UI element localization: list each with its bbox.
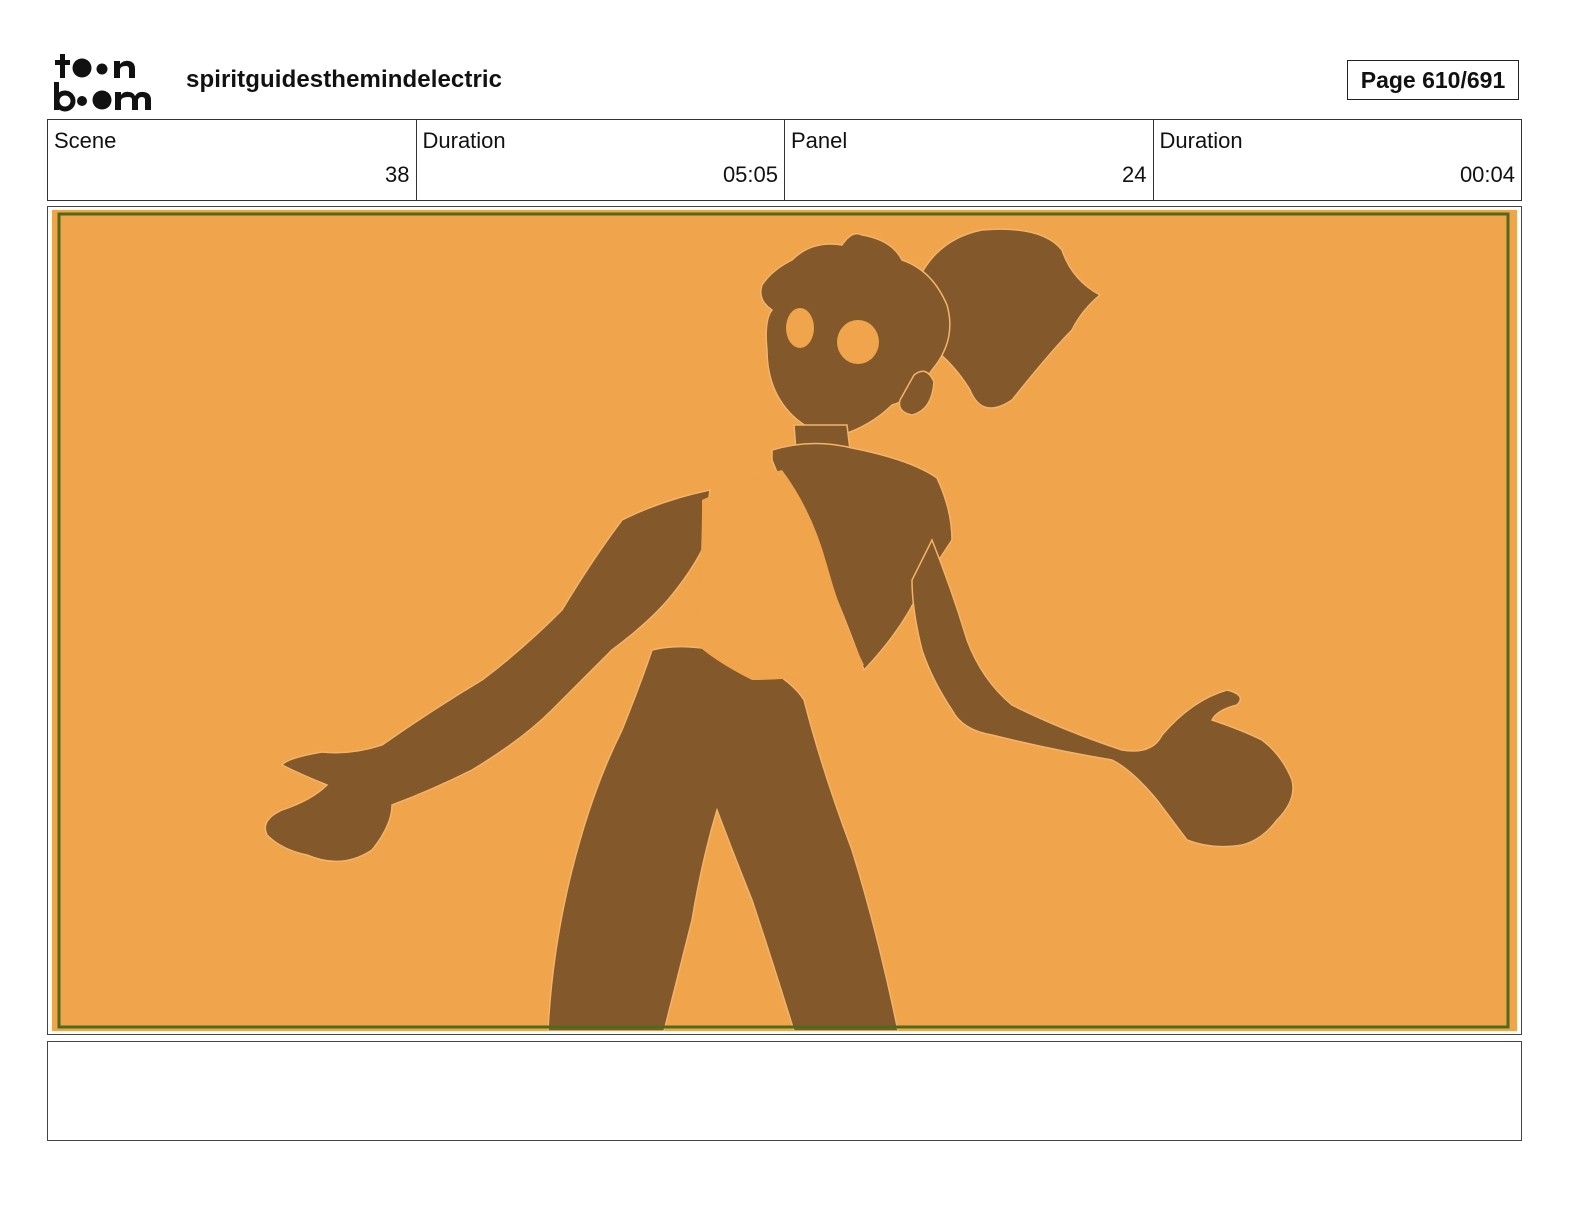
scene-label: Scene xyxy=(54,128,117,153)
scene-cell: Scene 38 xyxy=(48,120,417,200)
panel-duration-value: 00:04 xyxy=(1459,162,1515,187)
panel-value: 24 xyxy=(1122,162,1147,187)
scene-duration-value: 05:05 xyxy=(722,162,778,187)
panel-duration-cell: Duration 00:04 xyxy=(1154,120,1522,200)
scene-duration-cell: Duration 05:05 xyxy=(417,120,785,200)
page-indicator: Page 610/691 xyxy=(1347,60,1519,100)
panel-cell: Panel 24 xyxy=(785,120,1154,200)
character-silhouette-icon xyxy=(52,210,1517,1031)
panel-duration-label: Duration xyxy=(1159,128,1243,153)
panel-image xyxy=(52,210,1517,1031)
panel-label: Panel xyxy=(791,128,848,153)
scene-duration-label: Duration xyxy=(422,128,506,153)
panel-notes xyxy=(47,1041,1522,1141)
scene-value: 38 xyxy=(385,162,410,187)
scene-info-table: Scene 38 Duration 05:05 Panel 24 Duratio… xyxy=(47,119,1522,201)
toonboom-logo xyxy=(54,54,151,112)
project-title: spiritguidesthemindelectric xyxy=(186,66,503,93)
